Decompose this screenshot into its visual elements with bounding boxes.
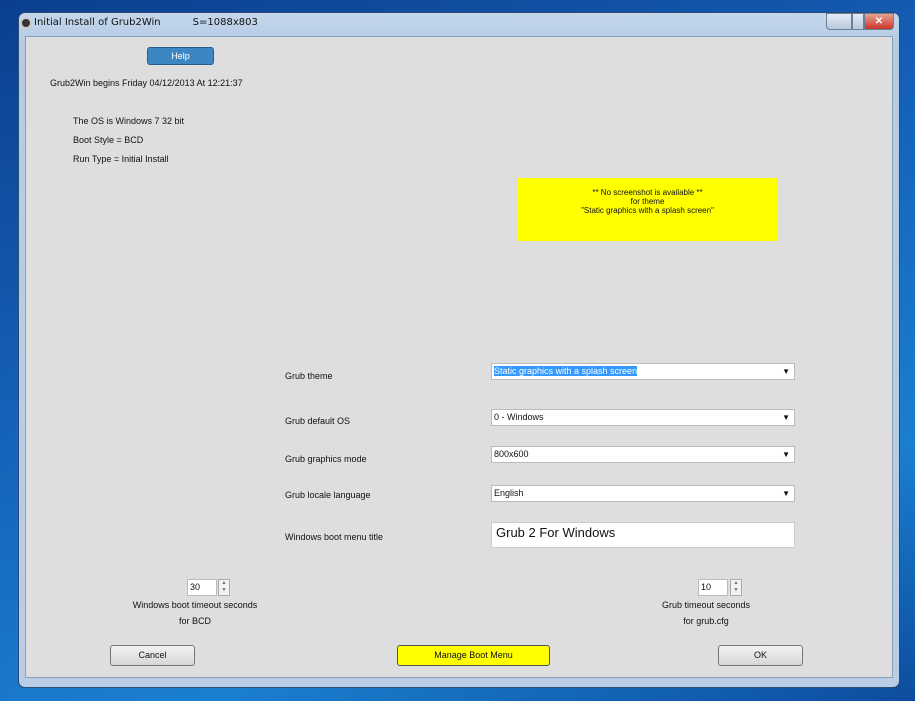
theme-preview: ** No screenshot is available ** for the… (518, 178, 777, 241)
preview-line: ** No screenshot is available ** (592, 188, 703, 197)
grub-timeout-label: Grub timeout seconds (661, 600, 751, 610)
boot-style: Boot Style = BCD (73, 135, 144, 145)
default-os-value: 0 - Windows (494, 412, 544, 422)
locale-value: English (494, 488, 524, 498)
grub-timeout-input[interactable]: 10 (698, 579, 728, 596)
menu-title-input[interactable]: Grub 2 For Windows (491, 522, 795, 548)
close-button[interactable]: ✕ (864, 13, 894, 30)
windows-timeout-input[interactable]: 30 (187, 579, 217, 596)
locale-label: Grub locale language (285, 490, 371, 500)
windows-timeout-label2: for BCD (178, 616, 211, 626)
default-os-select[interactable]: 0 - Windows ▼ (491, 409, 795, 426)
window-title: Initial Install of Grub2Win S=1088x803 (34, 17, 258, 28)
graphics-value: 800x600 (494, 449, 529, 459)
graphics-label: Grub graphics mode (285, 454, 367, 464)
chevron-down-icon: ▼ (782, 489, 790, 498)
theme-label: Grub theme (285, 371, 333, 381)
help-button[interactable]: Help (147, 47, 214, 65)
default-os-label: Grub default OS (285, 416, 351, 426)
grub-timeout-label2: for grub.cfg (683, 616, 729, 626)
grub-timeout-stepper[interactable]: ▲ ▼ (730, 579, 742, 596)
manage-boot-menu-button[interactable]: Manage Boot Menu (397, 645, 550, 666)
ok-button[interactable]: OK (718, 645, 803, 666)
maximize-button[interactable] (852, 13, 864, 30)
os-info: The OS is Windows 7 32 bit (73, 116, 185, 126)
chevron-down-icon: ▼ (782, 450, 790, 459)
client-area (25, 36, 893, 678)
windows-timeout-stepper[interactable]: ▲ ▼ (218, 579, 230, 596)
title-text: Initial Install of Grub2Win (34, 17, 161, 28)
chevron-down-icon: ▼ (782, 413, 790, 422)
begins-text: Grub2Win begins Friday 04/12/2013 At 12:… (50, 78, 243, 88)
locale-select[interactable]: English ▼ (491, 485, 795, 502)
menu-title-label: Windows boot menu title (285, 532, 384, 542)
graphics-select[interactable]: 800x600 ▼ (491, 446, 795, 463)
chevron-down-icon: ▼ (782, 367, 790, 376)
minimize-button[interactable] (826, 13, 852, 30)
preview-line: "Static graphics with a splash screen" (581, 206, 714, 215)
run-type: Run Type = Initial Install (73, 154, 169, 164)
preview-line: for theme (630, 197, 665, 206)
cancel-button[interactable]: Cancel (110, 645, 195, 666)
app-icon (20, 17, 32, 29)
size-info: S=1088x803 (192, 17, 258, 28)
windows-timeout-label: Windows boot timeout seconds (132, 600, 258, 610)
theme-value: Static graphics with a splash screen (494, 366, 638, 376)
theme-select[interactable]: Static graphics with a splash screen ▼ (491, 363, 795, 380)
